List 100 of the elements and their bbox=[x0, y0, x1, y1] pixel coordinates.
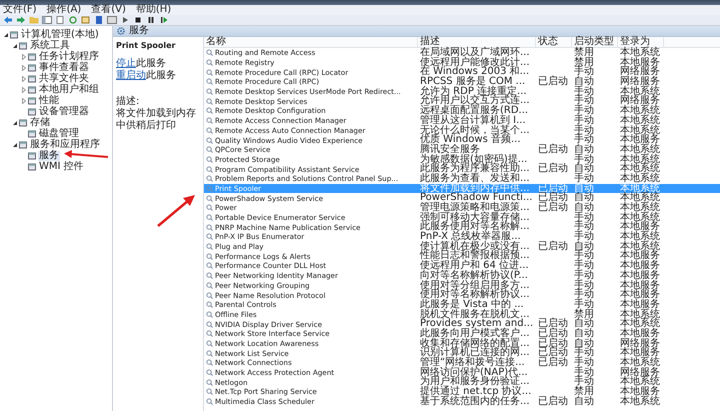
description-text: 将文件加载到内存中供稍后打印 bbox=[116, 108, 197, 132]
stop-icon[interactable] bbox=[133, 16, 143, 24]
table-cell: 已启动 bbox=[538, 76, 568, 88]
table-cell: 已启动 bbox=[538, 163, 568, 174]
collapse-icon[interactable] bbox=[12, 42, 18, 48]
table-cell-text: 为敏感数据(如密码)提... bbox=[419, 154, 528, 164]
table-cell-text: 本地系统 bbox=[619, 232, 661, 242]
collapse-icon[interactable] bbox=[12, 120, 18, 126]
action-link[interactable]: 停止 bbox=[116, 58, 136, 69]
expand-icon[interactable] bbox=[21, 54, 27, 60]
table-cell-text: 优质 Windows 音频... bbox=[419, 135, 522, 145]
table-cell-text: 自动 bbox=[573, 328, 595, 339]
collapse-icon[interactable] bbox=[12, 142, 18, 148]
table-cell-text: 本地系统 bbox=[619, 164, 661, 174]
table-cell-text: 手动 bbox=[573, 270, 595, 281]
table-cell-text: 本地系统 bbox=[619, 106, 661, 116]
node-icon bbox=[10, 30, 18, 38]
tree-item[interactable]: WMI 控件 bbox=[38, 162, 85, 172]
tree-item[interactable]: 磁盘管理 bbox=[38, 128, 80, 138]
restart-icon[interactable] bbox=[159, 16, 169, 24]
menu-item[interactable]: 查看(V) bbox=[91, 5, 126, 15]
table-cell-text: 本地服务 bbox=[619, 135, 661, 145]
column-header[interactable]: 状态 bbox=[536, 37, 572, 47]
table-cell-text: 本地系统 bbox=[619, 116, 661, 126]
table-cell-text: 禁用 bbox=[573, 387, 595, 397]
table-cell-text: 使用对等名称解析协议... bbox=[419, 290, 531, 300]
table-cell-text: 禁用 bbox=[573, 58, 595, 68]
expand-icon[interactable] bbox=[21, 98, 27, 104]
forward-arrow-icon[interactable] bbox=[16, 16, 26, 24]
table-cell-text: 收集和存储网络的配置... bbox=[419, 338, 531, 348]
tree-item[interactable]: 计算机管理(本地) bbox=[20, 30, 100, 40]
node-icon bbox=[19, 118, 27, 126]
table-cell-text: 手动 bbox=[573, 116, 595, 126]
tree-item[interactable]: 系统工具 bbox=[29, 40, 71, 50]
pane-icon[interactable] bbox=[42, 16, 52, 24]
action-link[interactable]: 重启动 bbox=[116, 70, 146, 81]
tree-item[interactable]: 性能 bbox=[38, 96, 60, 106]
table-cell-text: 脱机文件服务在脱机文... bbox=[419, 310, 530, 320]
pane-icon[interactable] bbox=[107, 16, 117, 24]
column-header[interactable]: 登录为 bbox=[618, 37, 664, 47]
table-cell-text: 手动 bbox=[573, 135, 595, 145]
table-cell-text: 网络服务 bbox=[619, 368, 661, 378]
table-cell-text: 自动 bbox=[573, 77, 595, 87]
document-icon[interactable] bbox=[55, 16, 65, 24]
expand-icon[interactable] bbox=[21, 86, 27, 92]
table-cell-text: 本地服务 bbox=[619, 300, 661, 310]
tree-item[interactable]: 任务计划程序 bbox=[38, 52, 100, 62]
table-cell-text: 自动 bbox=[573, 144, 595, 155]
tree-item[interactable]: 事件查看器 bbox=[38, 62, 90, 72]
node-icon bbox=[28, 64, 36, 72]
table-cell-text: 自动 bbox=[573, 193, 595, 204]
menu-item[interactable]: 文件(F) bbox=[3, 5, 37, 15]
table-cell-text: 手动 bbox=[573, 261, 595, 271]
table-cell-text: 禁用 bbox=[573, 48, 595, 58]
table-cell-text: 手动 bbox=[573, 232, 595, 242]
table-cell-text: 使计算机在极少或没有... bbox=[420, 242, 531, 252]
table-cell-text: 使用对等分组启用多方... bbox=[419, 280, 531, 290]
table-cell-text: 本地系统 bbox=[619, 126, 661, 136]
expand-icon[interactable] bbox=[21, 76, 27, 82]
node-icon bbox=[28, 108, 36, 116]
tree-item[interactable]: 存储 bbox=[29, 118, 51, 128]
table-cell-text: 手动 bbox=[573, 126, 595, 136]
table-cell-text: 自动 bbox=[573, 164, 595, 174]
menu-item[interactable]: 帮助(H) bbox=[136, 5, 172, 15]
node-icon bbox=[28, 96, 36, 104]
table-cell-text: 手动 bbox=[573, 290, 595, 300]
table-cell-text: 自动 bbox=[573, 338, 595, 348]
pause-icon[interactable] bbox=[146, 16, 156, 24]
table-cell-text: 基于系统范围内的任务... bbox=[419, 396, 531, 406]
table-cell-text: 网络服务 bbox=[619, 77, 661, 87]
table-cell: 已启动 bbox=[538, 202, 568, 213]
table-cell-text: 远程桌面配置服务(RD... bbox=[419, 106, 530, 116]
table-cell-text: 本地服务 bbox=[619, 290, 661, 300]
tree-item[interactable]: 共享文件夹 bbox=[38, 74, 90, 84]
table-cell-text: 网络服务 bbox=[619, 67, 661, 78]
column-header[interactable]: 启动类型 bbox=[572, 37, 618, 47]
table-cell-text: 本地系统 bbox=[619, 144, 661, 155]
node-icon bbox=[19, 42, 27, 50]
table-cell-text: 本地系统 bbox=[619, 174, 661, 184]
tree-item[interactable]: 本地用户和组 bbox=[38, 84, 100, 94]
table-cell-text: 本地服务 bbox=[619, 261, 661, 271]
node-icon bbox=[28, 152, 36, 160]
description-label: 描述: bbox=[116, 96, 140, 108]
tree-item[interactable]: 服务和应用程序 bbox=[29, 140, 101, 150]
tree-item[interactable]: 设备管理器 bbox=[38, 106, 90, 116]
table-cell-text: 手动 bbox=[573, 280, 595, 290]
table-cell-text: 网络服务 bbox=[619, 338, 661, 348]
table-cell-text: 手动 bbox=[573, 174, 595, 184]
table-cell-text: 本地系统 bbox=[619, 242, 661, 252]
menu-item[interactable]: 操作(A) bbox=[46, 5, 82, 15]
tree-item[interactable]: 服务 bbox=[38, 150, 60, 160]
table-cell-text: 在局域网以及广域网环... bbox=[419, 48, 531, 58]
collapse-icon[interactable] bbox=[3, 32, 9, 38]
table-cell-text: 管理从这台计算机到 I... bbox=[419, 116, 527, 126]
expand-icon[interactable] bbox=[21, 64, 27, 70]
back-arrow-icon[interactable] bbox=[3, 16, 13, 24]
node-icon bbox=[28, 86, 36, 94]
table-cell-text: 此服务是 Vista 中的 ... bbox=[419, 300, 525, 310]
table-cell-text: 腾讯安全服务 bbox=[419, 144, 480, 155]
table-cell-text: 本地系统 bbox=[619, 203, 661, 213]
